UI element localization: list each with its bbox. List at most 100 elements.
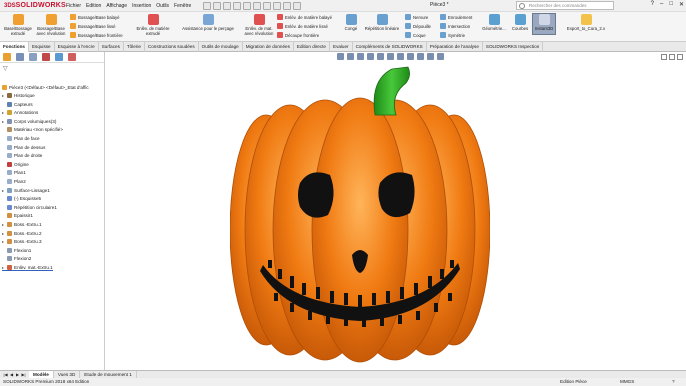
feature-manager-icon[interactable]: [3, 53, 11, 61]
intersect-button[interactable]: Intersection: [440, 23, 470, 29]
tab-complements[interactable]: Compléments de SOLIDWORKS: [353, 41, 427, 52]
tree-item[interactable]: ▸ Historique: [2, 93, 35, 98]
viewport-minimize-icon[interactable]: [661, 54, 667, 60]
tab-fonctions[interactable]: Fonctions: [0, 41, 29, 52]
menu-fichier[interactable]: Fichier: [66, 3, 81, 9]
shell-button[interactable]: Coque: [405, 32, 426, 38]
open-icon[interactable]: [223, 1, 232, 10]
tab-edition-directe[interactable]: Edition directe: [294, 41, 330, 52]
expand-arrow-icon[interactable]: ▸: [2, 239, 5, 244]
new-document-icon[interactable]: [213, 1, 222, 10]
home-icon[interactable]: [203, 1, 212, 10]
menu-affichage[interactable]: Affichage: [106, 3, 127, 9]
tree-item[interactable]: Plan de dessus: [2, 144, 45, 150]
fillet-button[interactable]: Congé: [342, 14, 360, 31]
menu-insertion[interactable]: Insertion: [132, 3, 151, 9]
status-units[interactable]: MMGS: [620, 379, 634, 384]
tab-tolerie[interactable]: Tôlerie: [124, 41, 145, 52]
redo-icon[interactable]: [263, 1, 272, 10]
save-icon[interactable]: [233, 1, 242, 10]
options-icon[interactable]: [293, 1, 302, 10]
revolved-cut-button[interactable]: Enlèv. de mat. avec révolution: [242, 14, 276, 36]
expand-arrow-icon[interactable]: ▸: [2, 93, 5, 98]
tree-root[interactable]: Pièce3 (<Défaut> <Défaut>_Etat d'affic: [2, 85, 89, 90]
rib-button[interactable]: Nervure: [405, 14, 428, 20]
minimize-icon[interactable]: –: [660, 1, 663, 8]
close-icon[interactable]: ✕: [679, 1, 684, 8]
curves-button[interactable]: Courbes: [509, 14, 531, 31]
tree-item[interactable]: Plan de droite: [2, 153, 42, 159]
tree-item[interactable]: Origine: [2, 161, 29, 167]
extruded-cut-button[interactable]: Enlèv. de matière extrudé: [132, 14, 174, 36]
tree-item[interactable]: (-) Esquisse5: [2, 196, 41, 202]
expand-arrow-icon[interactable]: ▸: [2, 188, 5, 193]
expand-arrow-icon[interactable]: ▸: [2, 222, 5, 227]
reference-geometry-button[interactable]: Géométrie...: [480, 14, 508, 31]
tree-item[interactable]: Plan1: [2, 170, 26, 176]
tree-item[interactable]: Plan2: [2, 179, 26, 184]
tab-migration-donnees[interactable]: Migration de données: [243, 41, 294, 52]
swept-boss-button[interactable]: Bossage/Base balayé: [70, 14, 120, 20]
tree-item[interactable]: ▸ Annotations: [2, 110, 38, 116]
last-tab-icon[interactable]: ▶|: [21, 372, 26, 377]
first-tab-icon[interactable]: |◀: [3, 372, 8, 377]
menu-edition[interactable]: Edition: [86, 3, 101, 9]
viewport-close-icon[interactable]: [677, 54, 683, 60]
search-input[interactable]: Rechercher des commandes: [516, 1, 614, 10]
revolved-boss-button[interactable]: Bossage/Base avec révolution: [34, 14, 68, 36]
property-manager-icon[interactable]: [16, 53, 24, 61]
undo-icon[interactable]: [253, 1, 262, 10]
display-manager-icon[interactable]: [55, 53, 63, 61]
expand-arrow-icon[interactable]: ▸: [2, 110, 5, 115]
tab-esquisse[interactable]: Esquisse: [29, 41, 55, 52]
next-tab-icon[interactable]: ▶: [15, 372, 20, 377]
tab-solidworks-inspection[interactable]: SOLIDWORKS Inspection: [483, 41, 544, 52]
tab-constructions-soudees[interactable]: Constructions soudées: [145, 41, 199, 52]
menu-fenetre[interactable]: Fenêtre: [174, 3, 191, 9]
dimxpert-icon[interactable]: [42, 53, 50, 61]
tab-preparation-analyse[interactable]: Préparation de l'analyse: [427, 41, 483, 52]
print-icon[interactable]: [243, 1, 252, 10]
tree-item[interactable]: ▸ Boss.-Extru.3: [2, 239, 42, 245]
mirror-button[interactable]: Symétrie: [440, 32, 465, 38]
tree-item[interactable]: Epaissir1: [2, 213, 33, 219]
help-status-icon[interactable]: ?: [672, 379, 675, 384]
extruded-boss-button[interactable]: Base/Bossage extrudé: [3, 14, 33, 36]
viewport-restore-icon[interactable]: [669, 54, 675, 60]
tab-outils-moulage[interactable]: Outils de moulage: [199, 41, 243, 52]
expand-arrow-icon[interactable]: ▸: [2, 119, 5, 124]
help-icon[interactable]: ?: [651, 1, 654, 8]
tree-item[interactable]: ▸ Corps volumiques(3): [2, 118, 56, 124]
draft-button[interactable]: Dépouille: [405, 23, 431, 29]
instant3d-button[interactable]: Instant3D: [532, 13, 556, 35]
solidworks-logo[interactable]: 3DS SOLIDWORKS: [4, 2, 66, 9]
pumpkin-model[interactable]: [230, 55, 490, 365]
tab-esquisse-encre[interactable]: Esquisse à l'encre: [55, 41, 99, 52]
tree-item[interactable]: Matériau <non spécifié>: [2, 127, 63, 133]
expand-arrow-icon[interactable]: ▸: [2, 231, 5, 236]
lofted-cut-button[interactable]: Enlèv. de matière lissé: [277, 23, 328, 29]
configuration-manager-icon[interactable]: [29, 53, 37, 61]
lofted-boss-button[interactable]: Bossage/Base lissé: [70, 23, 116, 29]
select-icon[interactable]: [273, 1, 282, 10]
swept-cut-button[interactable]: Enlèv. de matière balayé: [277, 14, 332, 20]
expand-arrow-icon[interactable]: ▸: [2, 265, 5, 270]
export-to-cura-button[interactable]: Export_to_Cura_2.x: [560, 14, 612, 31]
boundary-cut-button[interactable]: Découpe frontière: [277, 32, 319, 38]
tree-item[interactable]: Plan de face: [2, 136, 40, 141]
menu-outils[interactable]: Outils: [156, 3, 169, 9]
tab-evaluer[interactable]: Evaluer: [330, 41, 353, 52]
tree-item[interactable]: ▸ Boss.-Extru.1: [2, 222, 42, 227]
hole-wizard-button[interactable]: Assistance pour le perçage: [176, 14, 240, 31]
boundary-boss-button[interactable]: Bossage/Base frontière: [70, 32, 123, 38]
tree-item[interactable]: Répétition circulaire1: [2, 204, 57, 210]
appearance-icon[interactable]: [68, 53, 76, 61]
filter-icon[interactable]: ▽: [3, 65, 8, 72]
prev-tab-icon[interactable]: ◀: [9, 372, 14, 377]
tree-item[interactable]: ▸ Boss.-Extru.2: [2, 230, 42, 236]
rebuild-icon[interactable]: [283, 1, 292, 10]
tree-item[interactable]: ▸ Enlèv. mat.-Extru.1: [2, 265, 53, 271]
maximize-icon[interactable]: □: [669, 1, 673, 8]
linear-pattern-button[interactable]: Répétition linéaire: [361, 14, 403, 31]
tree-item[interactable]: Flexion1: [2, 247, 31, 253]
